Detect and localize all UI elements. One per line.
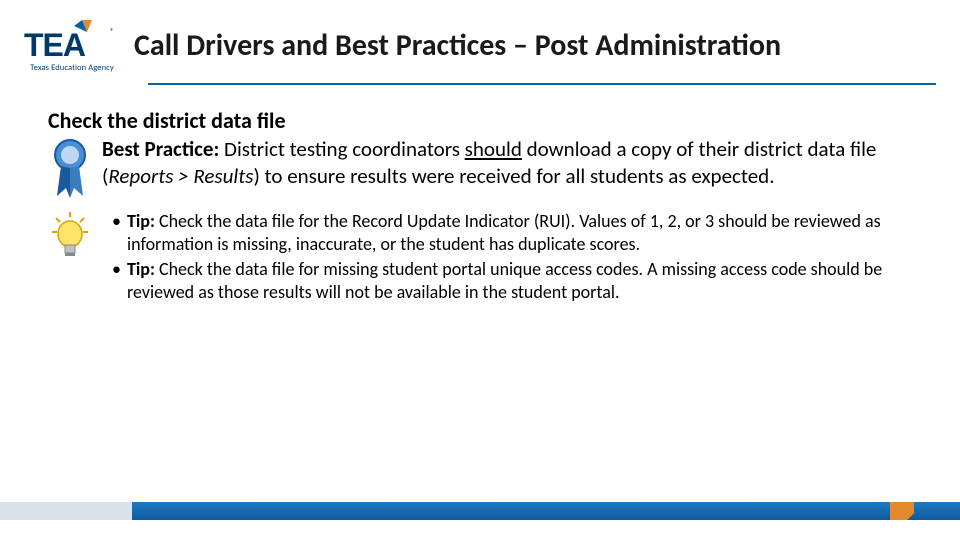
bp-underlined: should bbox=[465, 136, 522, 162]
tip-label: Tip: bbox=[127, 258, 159, 280]
footer-bar bbox=[0, 502, 960, 520]
best-practice-row: Best Practice: District testing coordina… bbox=[48, 136, 912, 204]
bullet: • bbox=[112, 258, 121, 304]
tea-logo-icon: TEA ® bbox=[24, 18, 120, 62]
ribbon-icon bbox=[48, 136, 92, 204]
bp-italic: Reports > Results bbox=[108, 163, 253, 189]
header: TEA ® Texas Education Agency Call Driver… bbox=[0, 0, 960, 77]
best-practice-label: Best Practice: bbox=[102, 136, 224, 162]
slide: TEA ® Texas Education Agency Call Driver… bbox=[0, 0, 960, 540]
tip-text: Check the data file for missing student … bbox=[127, 258, 882, 303]
page-title: Call Drivers and Best Practices – Post A… bbox=[134, 29, 781, 62]
tip-item: • Tip: Check the data file for the Recor… bbox=[112, 210, 912, 256]
tip-text: Check the data file for the Record Updat… bbox=[127, 210, 881, 255]
logo: TEA ® Texas Education Agency bbox=[24, 18, 120, 73]
svg-text:TEA: TEA bbox=[24, 27, 86, 62]
bp-part1: District testing coordinators bbox=[224, 136, 465, 162]
tips-row: • Tip: Check the data file for the Recor… bbox=[48, 210, 912, 306]
tips-list: • Tip: Check the data file for the Recor… bbox=[102, 210, 912, 306]
content-area: Check the district data file Best Practi… bbox=[0, 85, 960, 306]
tip-label: Tip: bbox=[127, 210, 159, 232]
bp-part3: ) to ensure results were received for al… bbox=[253, 163, 774, 189]
svg-text:®: ® bbox=[110, 27, 114, 37]
lightbulb-icon bbox=[48, 210, 92, 264]
tip-item: • Tip: Check the data file for missing s… bbox=[112, 258, 912, 304]
best-practice-text: Best Practice: District testing coordina… bbox=[102, 136, 912, 190]
section-heading: Check the district data file bbox=[48, 107, 912, 134]
bullet: • bbox=[112, 210, 121, 256]
logo-subtext: Texas Education Agency bbox=[30, 63, 114, 73]
